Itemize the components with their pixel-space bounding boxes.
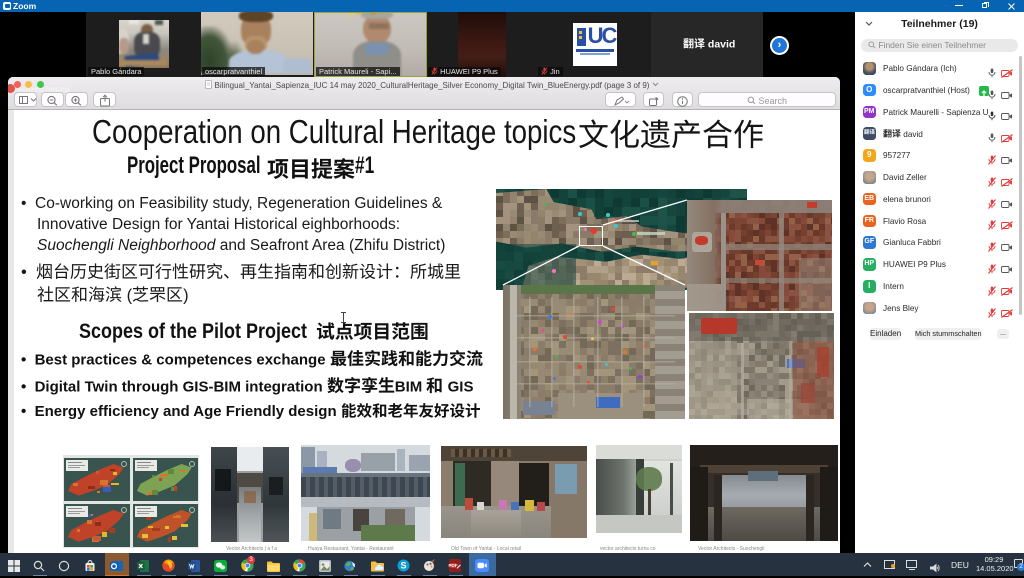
svg-text:S: S [400, 561, 406, 571]
svg-text:PDF: PDF [449, 563, 458, 568]
